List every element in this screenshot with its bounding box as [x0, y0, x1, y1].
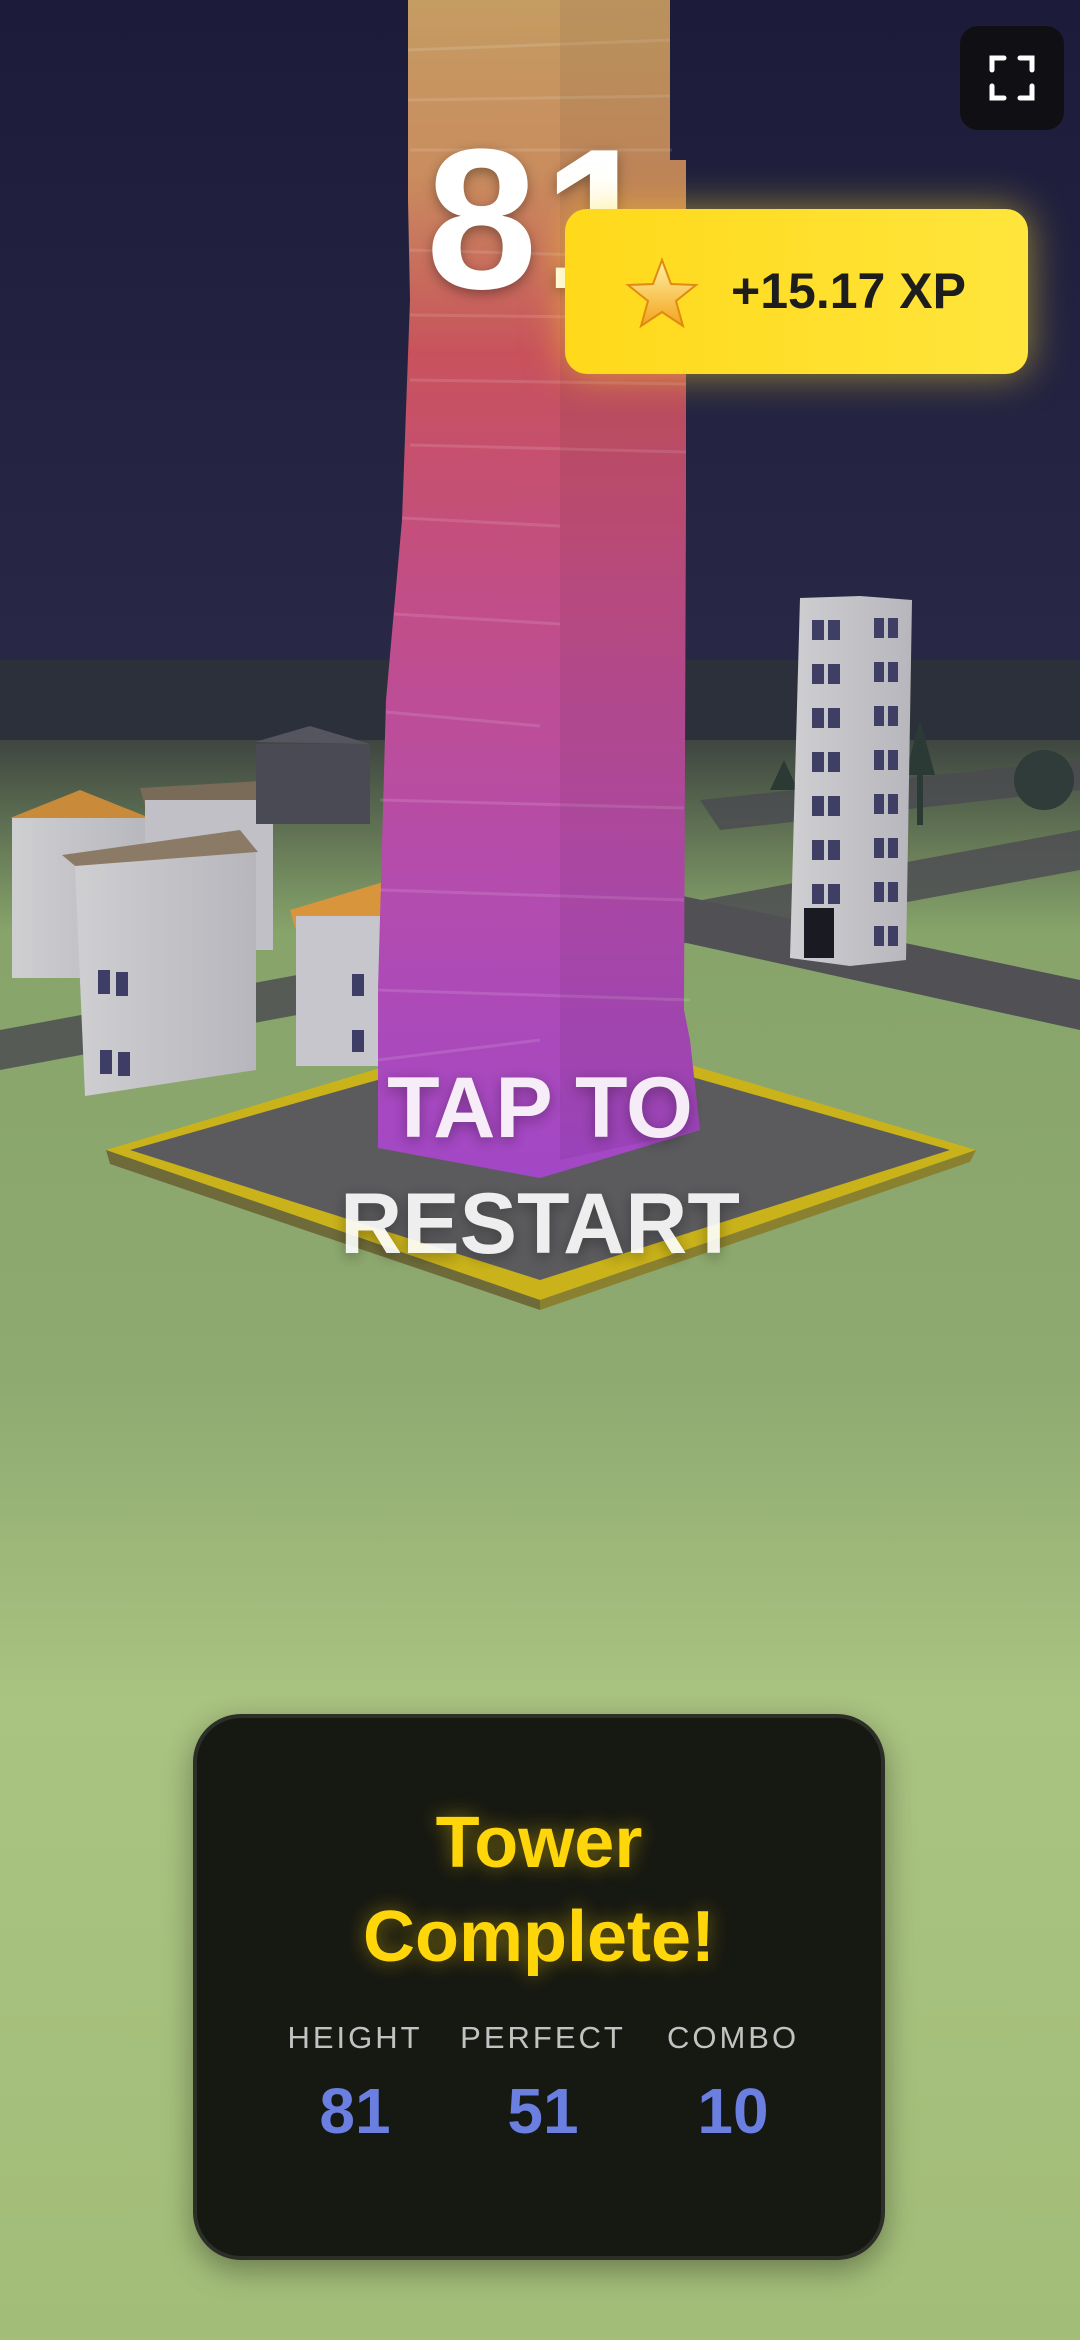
fullscreen-icon	[989, 55, 1035, 101]
stat-perfect: PERFECT 51	[443, 2018, 643, 2148]
result-card: Tower Complete! HEIGHT 81 PERFECT 51 COM…	[193, 1714, 885, 2260]
result-title-line-2: Complete!	[362, 1897, 716, 1977]
result-title: Tower Complete!	[197, 1796, 881, 1984]
star-icon	[625, 257, 699, 329]
xp-gain-text: +15.17 XP	[731, 263, 966, 319]
stat-label: PERFECT	[460, 2020, 626, 2055]
stat-height: HEIGHT 81	[255, 2018, 455, 2148]
restart-line-2: RESTART	[340, 1176, 740, 1272]
stat-value: 10	[697, 2075, 769, 2147]
restart-line-1: TAP TO	[387, 1060, 693, 1156]
xp-gain-toast: +15.17 XP	[565, 209, 1028, 374]
stat-value: 81	[319, 2075, 391, 2147]
stat-combo: COMBO 10	[633, 2018, 833, 2148]
result-title-line-1: Tower	[435, 1803, 643, 1883]
stat-label: HEIGHT	[287, 2020, 423, 2055]
stat-value: 51	[507, 2075, 579, 2147]
tap-to-restart-prompt[interactable]: TAP TO RESTART	[240, 1050, 840, 1282]
fullscreen-button[interactable]	[960, 26, 1064, 130]
stat-label: COMBO	[666, 2020, 800, 2055]
